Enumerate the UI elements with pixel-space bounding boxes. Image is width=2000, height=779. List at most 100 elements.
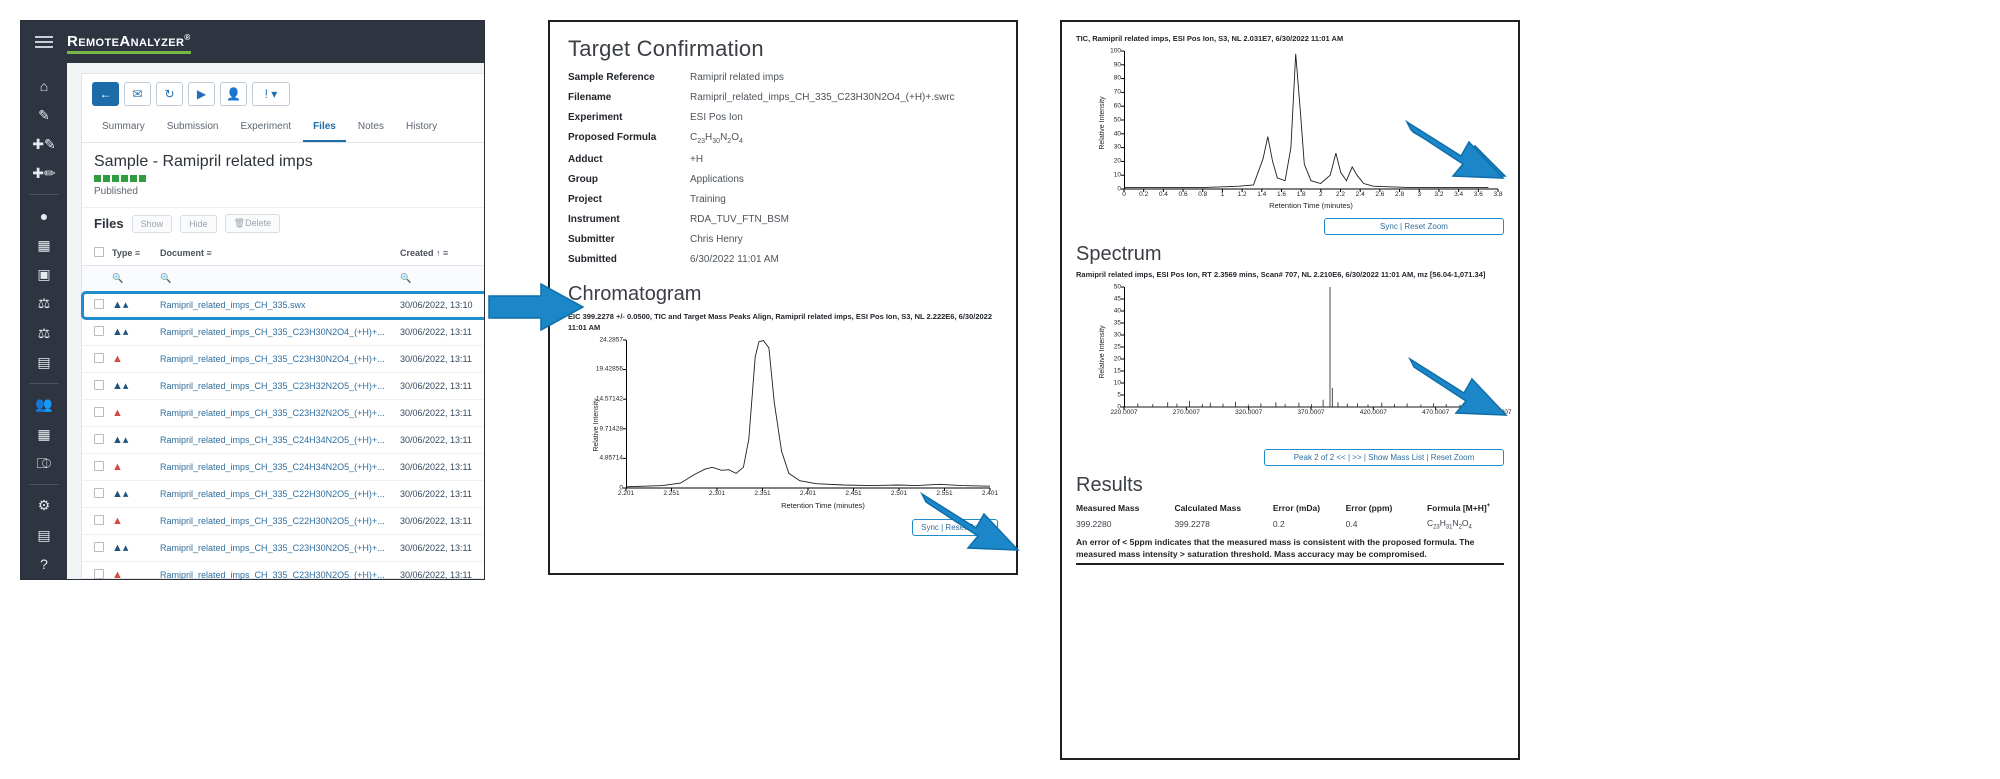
spectrum-y-tick: 45 bbox=[1113, 295, 1121, 303]
document-link[interactable]: Ramipril_related_imps_CH_335_C23H32N2O5_… bbox=[160, 381, 385, 391]
filter-cell-document[interactable]: 🔍 bbox=[156, 265, 396, 292]
row-select-cell bbox=[82, 291, 108, 319]
back-button[interactable]: ← bbox=[92, 82, 119, 106]
document-link[interactable]: Ramipril_related_imps_CH_335_C23H30N2O4_… bbox=[160, 327, 385, 337]
column-header-type[interactable]: Type ≡ bbox=[108, 241, 156, 266]
spectrum-peak-nav-button[interactable]: Peak 2 of 2 << | >> | Show Mass List | R… bbox=[1264, 448, 1504, 466]
table-row[interactable]: ▲ Ramipril_related_imps_CH_335_C23H32N2O5… bbox=[82, 399, 484, 427]
sidebar-item-settings[interactable]: ⚙ bbox=[21, 491, 67, 520]
sidebar-item-tablet[interactable]: ▣ bbox=[21, 260, 67, 289]
created-date: 30/06/2022, 13:10 bbox=[400, 300, 473, 310]
sidebar-item-help[interactable]: ? bbox=[21, 550, 67, 579]
document-link[interactable]: Ramipril_related_imps_CH_335_C24H34N2O5_… bbox=[160, 435, 385, 445]
files-table: Type ≡ Document ≡ Created ↑ ≡ 🔍 🔍 🔍 ▲▴ R… bbox=[81, 241, 484, 580]
email-button[interactable]: ✉ bbox=[124, 82, 151, 106]
sidebar-item-users[interactable]: 👥 bbox=[21, 390, 67, 419]
row-document-cell: Ramipril_related_imps_CH_335_C23H30N2O4_… bbox=[156, 345, 396, 373]
pdf-file-icon: ▲ bbox=[112, 514, 123, 527]
search-icon[interactable]: 🔍 bbox=[160, 273, 171, 283]
sidebar-item-workflow[interactable]: ⎄ bbox=[21, 449, 67, 478]
show-button[interactable]: Show bbox=[131, 214, 173, 233]
column-header-created[interactable]: Created ↑ ≡ bbox=[396, 241, 484, 266]
filter-icon[interactable]: ≡ bbox=[135, 248, 140, 258]
sidebar-item-location[interactable]: ● bbox=[21, 201, 67, 230]
table-row[interactable]: ▲▴ Ramipril_related_imps_CH_335_C22H30N2O… bbox=[82, 480, 484, 508]
filter-cell-type[interactable]: 🔍 bbox=[108, 265, 156, 292]
sidebar-item-add-sample[interactable]: ✚✎ bbox=[21, 130, 67, 159]
search-icon[interactable]: 🔍 bbox=[400, 273, 411, 283]
created-date: 30/06/2022, 13:11 bbox=[400, 381, 472, 391]
sidebar-item-book[interactable]: ▦ bbox=[21, 231, 67, 260]
document-link[interactable]: Ramipril_related_imps_CH_335.swx bbox=[160, 300, 306, 310]
refresh-button[interactable]: ↻ bbox=[156, 82, 183, 106]
sidebar-item-library[interactable]: ▦ bbox=[21, 420, 67, 449]
document-link[interactable]: Ramipril_related_imps_CH_335_C22H30N2O5_… bbox=[160, 489, 385, 499]
tab-files[interactable]: Files bbox=[303, 114, 346, 142]
row-checkbox[interactable] bbox=[94, 434, 104, 444]
hide-button[interactable]: Hide bbox=[180, 214, 217, 233]
table-row[interactable]: ▲ Ramipril_related_imps_CH_335_C24H34N2O5… bbox=[82, 453, 484, 481]
hamburger-icon[interactable] bbox=[21, 36, 67, 48]
chromatogram-file-icon: ▲▴ bbox=[112, 379, 129, 392]
table-row[interactable]: ▲ Ramipril_related_imps_CH_335_C23H30N2O5… bbox=[82, 561, 484, 580]
document-link[interactable]: Ramipril_related_imps_CH_335_C23H32N2O5_… bbox=[160, 408, 385, 418]
sort-ascending-icon[interactable]: ↑ bbox=[436, 248, 441, 258]
table-row[interactable]: ▲▴ Ramipril_related_imps_CH_335_C23H30N2O… bbox=[82, 534, 484, 562]
row-type-cell: ▲▴ bbox=[108, 291, 156, 319]
row-checkbox[interactable] bbox=[94, 488, 104, 498]
sidebar-item-add-batch[interactable]: ✚✏ bbox=[21, 159, 67, 188]
tic-x-tick: 0.8 bbox=[1198, 190, 1208, 198]
tab-summary[interactable]: Summary bbox=[92, 114, 155, 142]
row-checkbox[interactable] bbox=[94, 353, 104, 363]
table-row[interactable]: ▲▴ Ramipril_related_imps_CH_335_C24H34N2O… bbox=[82, 426, 484, 454]
tab-experiment[interactable]: Experiment bbox=[231, 114, 302, 142]
tic-sync-reset-zoom-button[interactable]: Sync | Reset Zoom bbox=[1324, 217, 1504, 235]
column-header-document[interactable]: Document ≡ bbox=[156, 241, 396, 266]
table-row[interactable]: ▲ Ramipril_related_imps_CH_335_C22H30N2O5… bbox=[82, 507, 484, 535]
row-checkbox[interactable] bbox=[94, 569, 104, 579]
row-checkbox[interactable] bbox=[94, 515, 104, 525]
document-link[interactable]: Ramipril_related_imps_CH_335_C23H30N2O4_… bbox=[160, 354, 385, 364]
row-checkbox[interactable] bbox=[94, 407, 104, 417]
filter-icon[interactable]: ≡ bbox=[443, 248, 448, 258]
filter-icon[interactable]: ≡ bbox=[207, 248, 212, 258]
search-icon[interactable]: 🔍 bbox=[112, 273, 123, 283]
row-checkbox[interactable] bbox=[94, 299, 104, 309]
arrow-left-to-middle bbox=[488, 282, 585, 332]
tab-submission[interactable]: Submission bbox=[157, 114, 229, 142]
row-checkbox[interactable] bbox=[94, 542, 104, 552]
field-value: RDA_TUV_FTN_BSM bbox=[690, 214, 789, 225]
document-link[interactable]: Ramipril_related_imps_CH_335_C23H30N2O5_… bbox=[160, 543, 385, 553]
row-checkbox[interactable] bbox=[94, 326, 104, 336]
sidebar-item-edit[interactable]: ✎ bbox=[21, 100, 67, 129]
sidebar-item-balance[interactable]: ⚖ bbox=[21, 319, 67, 348]
pdf-file-icon: ▲ bbox=[112, 568, 123, 580]
document-link[interactable]: Ramipril_related_imps_CH_335_C23H30N2O5_… bbox=[160, 570, 385, 579]
sample-card: ← ✉ ↻ ▶ 👤 ! ▾ Summary Submission Experim… bbox=[81, 73, 484, 580]
sidebar-item-home[interactable]: ⌂ bbox=[21, 71, 67, 100]
sidebar-item-flask[interactable]: ⚖ bbox=[21, 289, 67, 318]
tab-history[interactable]: History bbox=[396, 114, 447, 142]
row-checkbox[interactable] bbox=[94, 461, 104, 471]
sidebar-item-document[interactable]: ▤ bbox=[21, 520, 67, 549]
document-link[interactable]: Ramipril_related_imps_CH_335_C22H30N2O5_… bbox=[160, 516, 385, 526]
row-checkbox[interactable] bbox=[94, 380, 104, 390]
alert-dropdown-button[interactable]: ! ▾ bbox=[252, 82, 290, 106]
created-date: 30/06/2022, 13:11 bbox=[400, 327, 472, 337]
row-document-cell: Ramipril_related_imps_CH_335_C23H30N2O4_… bbox=[156, 318, 396, 346]
table-row[interactable]: ▲▴ Ramipril_related_imps_CH_335_C23H32N2O… bbox=[82, 372, 484, 400]
user-button[interactable]: 👤 bbox=[220, 82, 247, 106]
table-row[interactable]: ▲ Ramipril_related_imps_CH_335_C23H30N2O4… bbox=[82, 345, 484, 373]
table-row[interactable]: ▲▴ Ramipril_related_imps_CH_335_C23H30N2O… bbox=[82, 318, 484, 346]
document-link[interactable]: Ramipril_related_imps_CH_335_C24H34N2O5_… bbox=[160, 462, 385, 472]
tic-y-tick: 10 bbox=[1113, 171, 1121, 179]
tic-caption: TIC, Ramipril related imps, ESI Pos Ion,… bbox=[1076, 34, 1344, 43]
select-all-checkbox[interactable] bbox=[94, 247, 104, 257]
delete-button[interactable]: 🗑Delete bbox=[224, 214, 281, 233]
run-button[interactable]: ▶ bbox=[188, 82, 215, 106]
filter-cell-created[interactable]: 🔍 bbox=[396, 265, 484, 292]
tab-notes[interactable]: Notes bbox=[348, 114, 394, 142]
sidebar-item-calendar[interactable]: ▤ bbox=[21, 348, 67, 377]
table-row[interactable]: ▲▴ Ramipril_related_imps_CH_335.swx 30/06/… bbox=[81, 290, 484, 320]
chromatogram-chart: Relative Intensity 24.2857 19.42856 14.571… bbox=[568, 336, 998, 513]
